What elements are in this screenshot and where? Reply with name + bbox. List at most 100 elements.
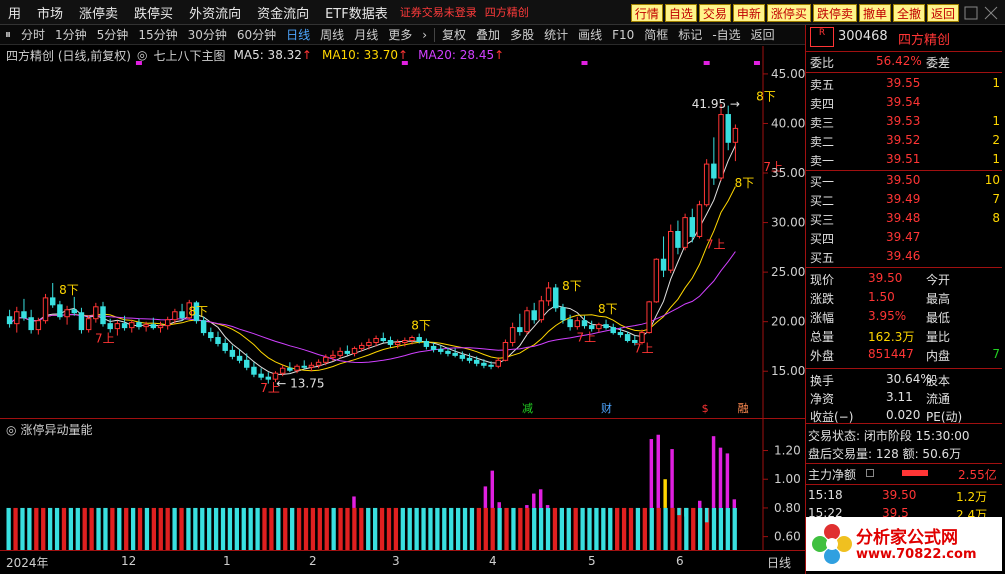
limit-down-sell-button[interactable]: 跌停卖	[812, 4, 857, 22]
base-volume-bar	[179, 507, 184, 551]
candle	[114, 320, 121, 336]
quote-row[interactable]: 卖四 39.54	[806, 93, 1002, 112]
quote-row[interactable]: 买一 39.50 10	[806, 171, 1002, 190]
remove-watchlist-button[interactable]: -自选	[707, 26, 745, 43]
base-volume-bar	[234, 507, 239, 551]
candle-body	[538, 300, 545, 321]
multi-stock-button[interactable]: 多股	[505, 26, 539, 43]
f10-button[interactable]: F10	[607, 28, 639, 42]
candle	[524, 306, 530, 335]
new-ipo-button[interactable]: 申新	[732, 4, 765, 22]
base-volume-bar	[532, 507, 537, 551]
chevron-right-icon[interactable]: ›	[417, 28, 432, 42]
quote-row[interactable]: 换手 30.64% 股本	[806, 370, 1002, 389]
trade-button[interactable]: 交易	[698, 4, 731, 22]
period-60min[interactable]: 60分钟	[232, 26, 281, 43]
cancel-all-button[interactable]: 全撤	[892, 4, 925, 22]
login-warning[interactable]: 证券交易未登录	[396, 4, 481, 20]
cancel-order-button[interactable]: 撤单	[858, 4, 891, 22]
restore-icon[interactable]	[964, 6, 978, 20]
settings-icon[interactable]: ◎	[6, 423, 16, 437]
candle-body	[71, 309, 77, 314]
quote-row[interactable]: 外盘 851447 内盘 7	[806, 345, 1002, 364]
quote-label: 内盘	[926, 349, 951, 363]
statistics-button[interactable]: 统计	[539, 26, 573, 43]
indicator-dropdown-icon[interactable]: ◎	[131, 48, 153, 62]
menu-item-etf-data[interactable]: ETF数据表	[317, 3, 396, 22]
quote-row[interactable]: 现价 39.50 今开	[806, 269, 1002, 288]
base-volume-bar	[455, 507, 461, 551]
candle	[394, 339, 401, 349]
period-more[interactable]: 更多	[383, 26, 417, 43]
back-button[interactable]: 返回	[926, 4, 959, 22]
candle	[517, 313, 523, 336]
panel-divider	[806, 423, 1002, 424]
candle-body	[100, 306, 106, 325]
candle	[28, 309, 34, 334]
base-volume-bar	[621, 507, 627, 551]
menu-item-foreign-flow[interactable]: 外资流向	[181, 3, 249, 22]
menu-item-capital-flow[interactable]: 资金流向	[249, 3, 317, 22]
candle-body	[732, 127, 739, 143]
ma5-up-arrow-icon: ↑	[301, 48, 312, 62]
quote-button[interactable]: 行情	[630, 4, 663, 22]
overlay-button[interactable]: 叠加	[471, 26, 505, 43]
candle	[668, 224, 674, 274]
toolbar-back-button[interactable]: 返回	[746, 26, 780, 43]
adjust-button[interactable]: 复权	[437, 26, 471, 43]
watchlist-button[interactable]: 自选	[664, 4, 697, 22]
main-flow-label: 主力净额	[808, 468, 857, 482]
chart-toolbar: ⏸ 分时 1分钟 5分钟 15分钟 30分钟 60分钟 日线 周线 月线 更多 …	[0, 25, 805, 45]
period-30min[interactable]: 30分钟	[183, 26, 232, 43]
candle	[100, 301, 106, 327]
simple-frame-button[interactable]: 简框	[639, 26, 673, 43]
quote-row[interactable]: 净资 3.11 流通	[806, 388, 1002, 407]
candle	[35, 317, 42, 335]
quote-row[interactable]: 卖二 39.52 2	[806, 131, 1002, 150]
quote-row[interactable]: 卖五 39.55 1	[806, 74, 1002, 93]
candle-body	[143, 324, 149, 328]
period-daily[interactable]: 日线	[281, 26, 315, 43]
candle-body	[466, 357, 473, 361]
menu-item-limit-up-sell[interactable]: 涨停卖	[71, 3, 126, 22]
period-15min[interactable]: 15分钟	[133, 26, 182, 43]
quote-row[interactable]: 涨幅 3.95% 最低	[806, 307, 1002, 326]
quote-row[interactable]: 买三 39.48 8	[806, 209, 1002, 228]
candlestick-chart[interactable]: 8下7上8下7上8下8下8下7上7上7上8下8下7上41.95 →← 13.75…	[0, 46, 805, 418]
draw-line-button[interactable]: 画线	[573, 26, 607, 43]
period-weekly[interactable]: 周线	[315, 26, 349, 43]
list-icon[interactable]	[866, 469, 874, 477]
quote-row[interactable]: 卖一 39.51 1	[806, 150, 1002, 169]
candle	[337, 347, 343, 359]
ma10-line	[9, 186, 736, 372]
signal-bar	[732, 499, 737, 508]
candle	[646, 300, 652, 334]
base-volume-bar	[642, 507, 647, 551]
menu-item-limit-down-buy[interactable]: 跌停买	[126, 3, 181, 22]
period-1min[interactable]: 1分钟	[50, 26, 92, 43]
mark-button[interactable]: 标记	[673, 26, 707, 43]
indicator-name[interactable]: 七上八下主图	[153, 47, 225, 64]
flower-logo-icon	[812, 524, 852, 564]
quote-row[interactable]: 总量 162.3万 量比	[806, 326, 1002, 345]
quote-row[interactable]: 卖三 39.53 1	[806, 112, 1002, 131]
menu-item-use[interactable]: 用	[0, 3, 29, 22]
candle	[258, 368, 264, 381]
ma10-up-arrow-icon: ↑	[398, 48, 409, 62]
quote-row[interactable]: 买五 39.46	[806, 247, 1002, 266]
period-intraday[interactable]: 分时	[16, 26, 50, 43]
period-monthly[interactable]: 月线	[349, 26, 383, 43]
quote-row[interactable]: 买四 39.47	[806, 228, 1002, 247]
candle-body	[157, 325, 164, 329]
bid-level-label: 买三	[810, 213, 835, 227]
candle-body	[394, 341, 401, 345]
period-5min[interactable]: 5分钟	[92, 26, 134, 43]
limit-up-buy-button[interactable]: 涨停买	[766, 4, 811, 22]
candle-body	[330, 354, 336, 358]
quote-row[interactable]: 买二 39.49 7	[806, 190, 1002, 209]
limit-up-volume-chart[interactable]: 0.60 0.80 1.00 1.20	[0, 419, 805, 551]
quote-row[interactable]: 涨跌 1.50 最高	[806, 288, 1002, 307]
menu-item-market[interactable]: 市场	[29, 3, 71, 22]
candle	[208, 327, 214, 342]
pause-icon[interactable]: ⏸	[0, 27, 16, 42]
